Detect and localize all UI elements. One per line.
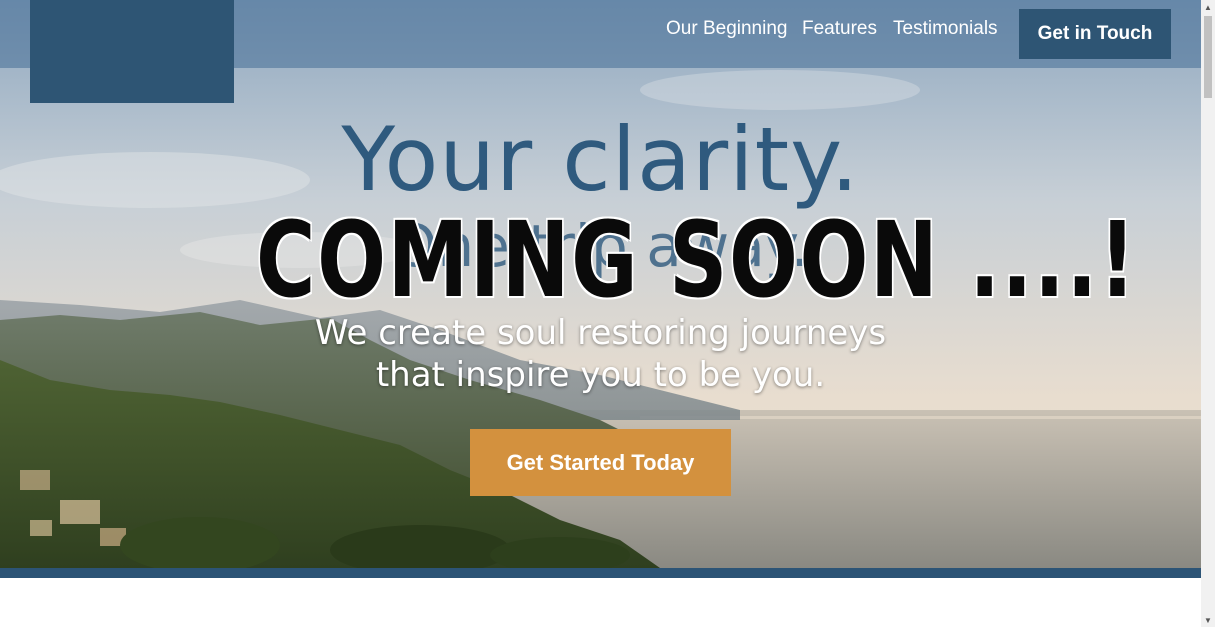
hero-tagline: We create soul restoring journeys that i…: [0, 312, 1201, 396]
coming-soon-overlay-text: COMING SOON ....!: [256, 199, 1138, 321]
landing-page: Our Beginning Features Testimonials Get …: [0, 0, 1201, 627]
vertical-scrollbar[interactable]: ▲ ▼: [1201, 0, 1215, 627]
hero-headline: Your clarity.: [341, 108, 860, 211]
site-logo-placeholder[interactable]: [30, 0, 234, 103]
hero-tagline-line-2: that inspire you to be you.: [375, 355, 826, 395]
scrollbar-thumb[interactable]: [1204, 16, 1212, 98]
nav-link-testimonials[interactable]: Testimonials: [893, 18, 998, 40]
scroll-down-arrow-icon[interactable]: ▼: [1201, 613, 1215, 627]
get-in-touch-button[interactable]: Get in Touch: [1019, 9, 1171, 59]
scroll-up-arrow-icon[interactable]: ▲: [1201, 0, 1215, 14]
get-started-today-button[interactable]: Get Started Today: [470, 429, 731, 496]
hero-tagline-line-1: We create soul restoring journeys: [314, 313, 887, 353]
nav-link-features[interactable]: Features: [802, 18, 877, 40]
hero-bottom-divider: [0, 568, 1201, 578]
nav-link-our-beginning[interactable]: Our Beginning: [666, 18, 787, 40]
